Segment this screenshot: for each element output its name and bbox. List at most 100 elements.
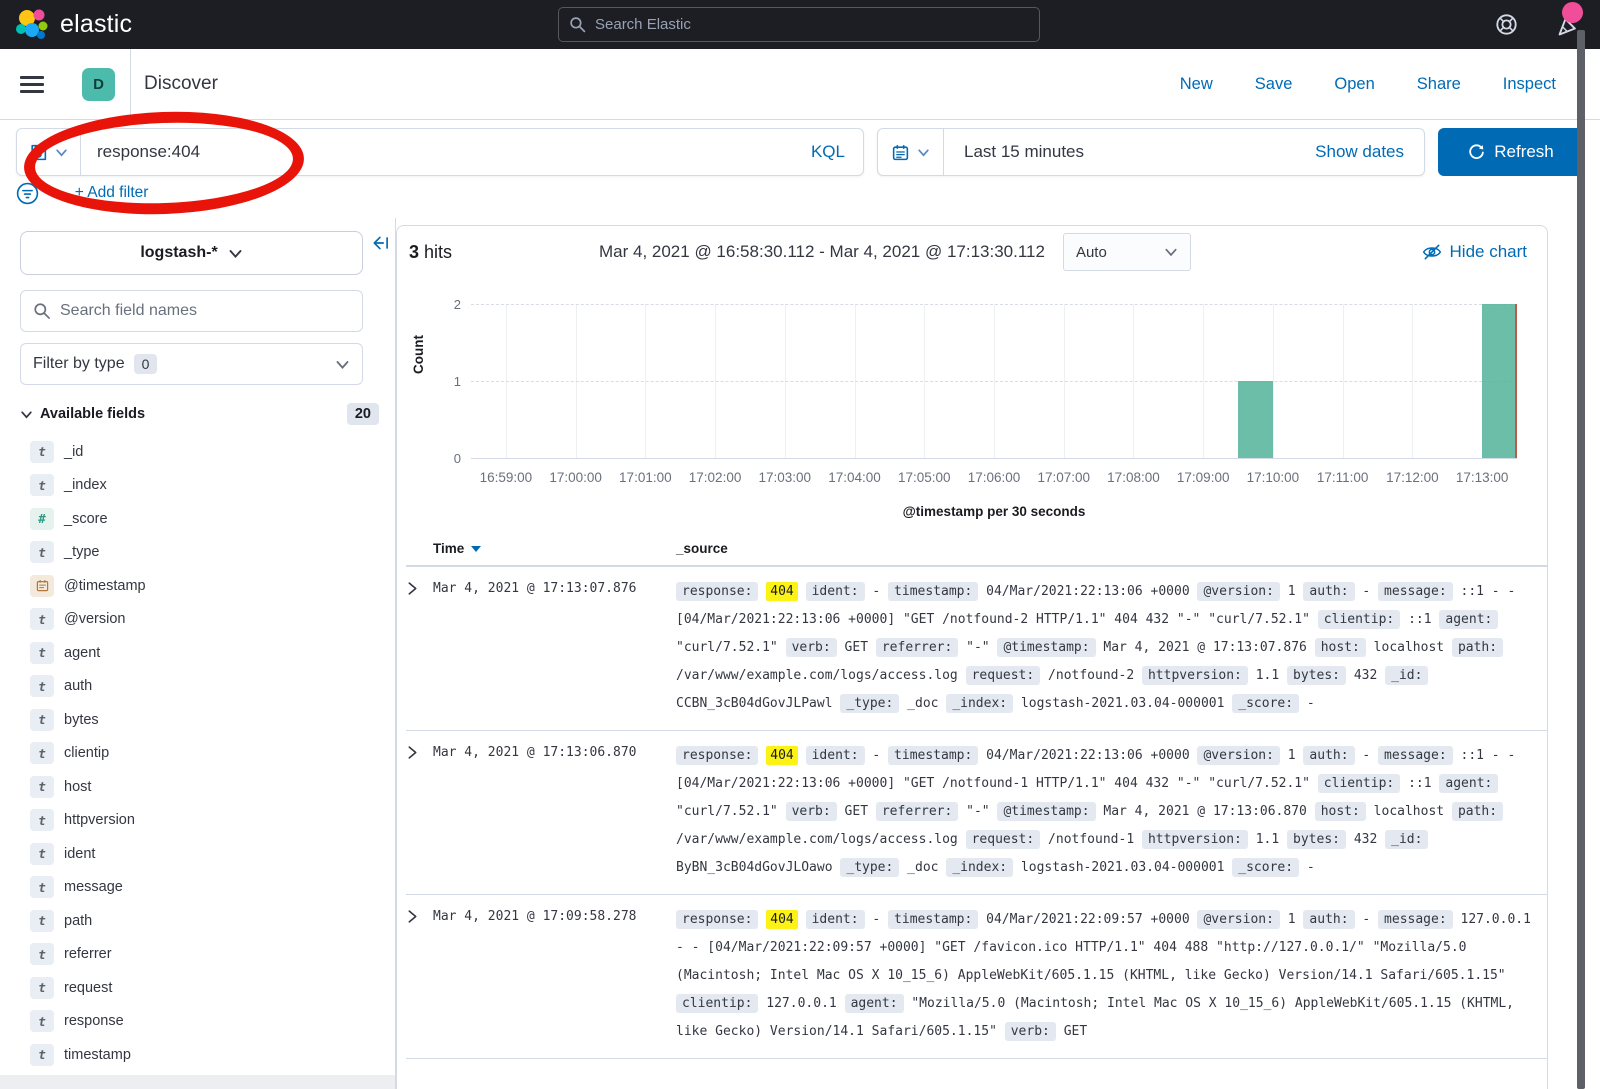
window-scrollbar[interactable] <box>1577 30 1585 1089</box>
x-axis-tick: 16:59:00 <box>480 470 533 485</box>
field-name-badge: response: <box>676 582 758 601</box>
field-item-httpversion[interactable]: thttpversion <box>20 804 379 838</box>
field-name-badge: _id: <box>1385 666 1428 685</box>
time-range-value[interactable]: Last 15 minutes <box>944 129 1295 175</box>
field-item-referrer[interactable]: treferrer <box>20 938 379 972</box>
field-search-input[interactable]: Search field names <box>20 290 363 332</box>
x-axis-label: @timestamp per 30 seconds <box>903 504 1086 519</box>
global-search-input[interactable]: Search Elastic <box>558 7 1040 42</box>
inspect-button[interactable]: Inspect <box>1503 75 1556 94</box>
field-item-message[interactable]: t message <box>20 871 379 905</box>
field-type-badge: t <box>30 876 54 898</box>
interval-select[interactable]: Auto <box>1063 233 1191 271</box>
field-value: "-" <box>966 640 989 655</box>
calendar-icon <box>891 143 910 162</box>
field-name: message <box>64 879 123 895</box>
field-value: - <box>1362 748 1370 763</box>
field-item-auth[interactable]: tauth <box>20 670 379 704</box>
field-item-path[interactable]: tpath <box>20 904 379 938</box>
x-axis-tick: 17:00:00 <box>549 470 602 485</box>
field-item-_index[interactable]: t_index <box>20 469 379 503</box>
field-name-badge: ident: <box>806 746 865 765</box>
field-type-badge: t <box>30 809 54 831</box>
field-value: localhost <box>1374 804 1444 819</box>
field-item-timestamp[interactable]: ttimestamp <box>20 1038 379 1072</box>
query-input[interactable]: response:404 <box>81 129 793 175</box>
histogram-chart[interactable]: Count 16:59:0017:00:0017:01:0017:02:0017… <box>397 278 1547 533</box>
field-item-_type[interactable]: t_type <box>20 536 379 570</box>
saved-query-menu-button[interactable] <box>17 129 81 175</box>
field-name-badge: timestamp: <box>888 582 978 601</box>
field-value: /notfound-1 <box>1048 832 1134 847</box>
sidebar-scrollbar[interactable] <box>0 1075 395 1089</box>
save-button[interactable]: Save <box>1255 75 1293 94</box>
filter-by-type-select[interactable]: Filter by type 0 <box>20 343 363 385</box>
field-name-badge: @timestamp: <box>997 802 1095 821</box>
filter-bar: – + Add filter <box>0 176 1600 218</box>
hide-chart-button[interactable]: Hide chart <box>1422 242 1527 262</box>
field-type-badge: t <box>30 608 54 630</box>
field-type-badge: t <box>30 541 54 563</box>
index-pattern-switcher[interactable]: logstash-* <box>20 231 363 275</box>
share-button[interactable]: Share <box>1417 75 1461 94</box>
help-icon[interactable] <box>1495 13 1518 36</box>
field-type-badge: t <box>30 709 54 731</box>
filter-icon[interactable] <box>16 182 39 205</box>
available-fields-header[interactable]: Available fields 20 <box>20 403 379 425</box>
refresh-button[interactable]: Refresh <box>1438 128 1584 176</box>
field-item-_id[interactable]: t_id <box>20 435 379 469</box>
collapse-sidebar-icon[interactable] <box>371 234 391 252</box>
discover-app-badge[interactable]: D <box>82 68 115 101</box>
time-column-header[interactable]: Time <box>406 541 676 556</box>
field-name-badge: httpversion: <box>1142 830 1248 849</box>
highlighted-value: 404 <box>766 746 797 765</box>
field-item-@timestamp[interactable]: @timestamp <box>20 569 379 603</box>
field-item-agent[interactable]: tagent <box>20 636 379 670</box>
field-item-@version[interactable]: t@version <box>20 603 379 637</box>
field-value: - <box>1362 584 1370 599</box>
field-item-clientip[interactable]: tclientip <box>20 737 379 771</box>
open-button[interactable]: Open <box>1334 75 1374 94</box>
field-item-ident[interactable]: tident <box>20 837 379 871</box>
histogram-bar[interactable] <box>1238 381 1273 458</box>
expand-row-icon[interactable] <box>406 742 433 882</box>
field-value: _doc <box>907 860 938 875</box>
field-name-badge: _score: <box>1232 858 1299 877</box>
field-value: ::1 <box>1408 776 1431 791</box>
field-value: _doc <box>907 696 938 711</box>
field-item-host[interactable]: thost <box>20 770 379 804</box>
field-name-badge: _id: <box>1385 830 1428 849</box>
query-language-button[interactable]: KQL <box>793 129 863 175</box>
field-type-badge: t <box>30 977 54 999</box>
field-value: - <box>872 584 880 599</box>
histogram-bar[interactable] <box>1482 304 1517 458</box>
field-item-_score[interactable]: #_score <box>20 502 379 536</box>
field-item-request[interactable]: trequest <box>20 971 379 1005</box>
field-name-badge: message: <box>1378 910 1453 929</box>
field-list: t_idt_index#_scoret_type@timestampt@vers… <box>20 435 379 1072</box>
elastic-logo[interactable]: elastic <box>14 7 132 43</box>
field-value: - <box>872 748 880 763</box>
show-dates-button[interactable]: Show dates <box>1295 129 1424 175</box>
new-button[interactable]: New <box>1180 75 1213 94</box>
date-quick-menu-button[interactable] <box>878 129 944 175</box>
field-value: 1 <box>1288 748 1296 763</box>
field-name-badge: clientip: <box>676 994 758 1013</box>
field-name-badge: bytes: <box>1287 830 1346 849</box>
x-axis-tick: 17:07:00 <box>1037 470 1090 485</box>
expand-row-icon[interactable] <box>406 906 433 1046</box>
chevron-down-icon <box>20 408 33 421</box>
field-value: - <box>1307 860 1315 875</box>
field-name-badge: referrer: <box>876 638 958 657</box>
field-value: 04/Mar/2021:22:13:06 +0000 <box>986 584 1190 599</box>
menu-icon[interactable] <box>20 76 44 93</box>
field-item-bytes[interactable]: tbytes <box>20 703 379 737</box>
field-item-response[interactable]: tresponse <box>20 1005 379 1039</box>
brand-name: elastic <box>60 10 132 39</box>
field-value: 04/Mar/2021:22:09:57 +0000 <box>986 912 1190 927</box>
add-filter-button[interactable]: + Add filter <box>75 184 149 202</box>
x-axis-tick: 17:03:00 <box>759 470 812 485</box>
expand-row-icon[interactable] <box>406 578 433 718</box>
field-name-badge: _type: <box>840 694 899 713</box>
notification-badge <box>1562 2 1583 23</box>
